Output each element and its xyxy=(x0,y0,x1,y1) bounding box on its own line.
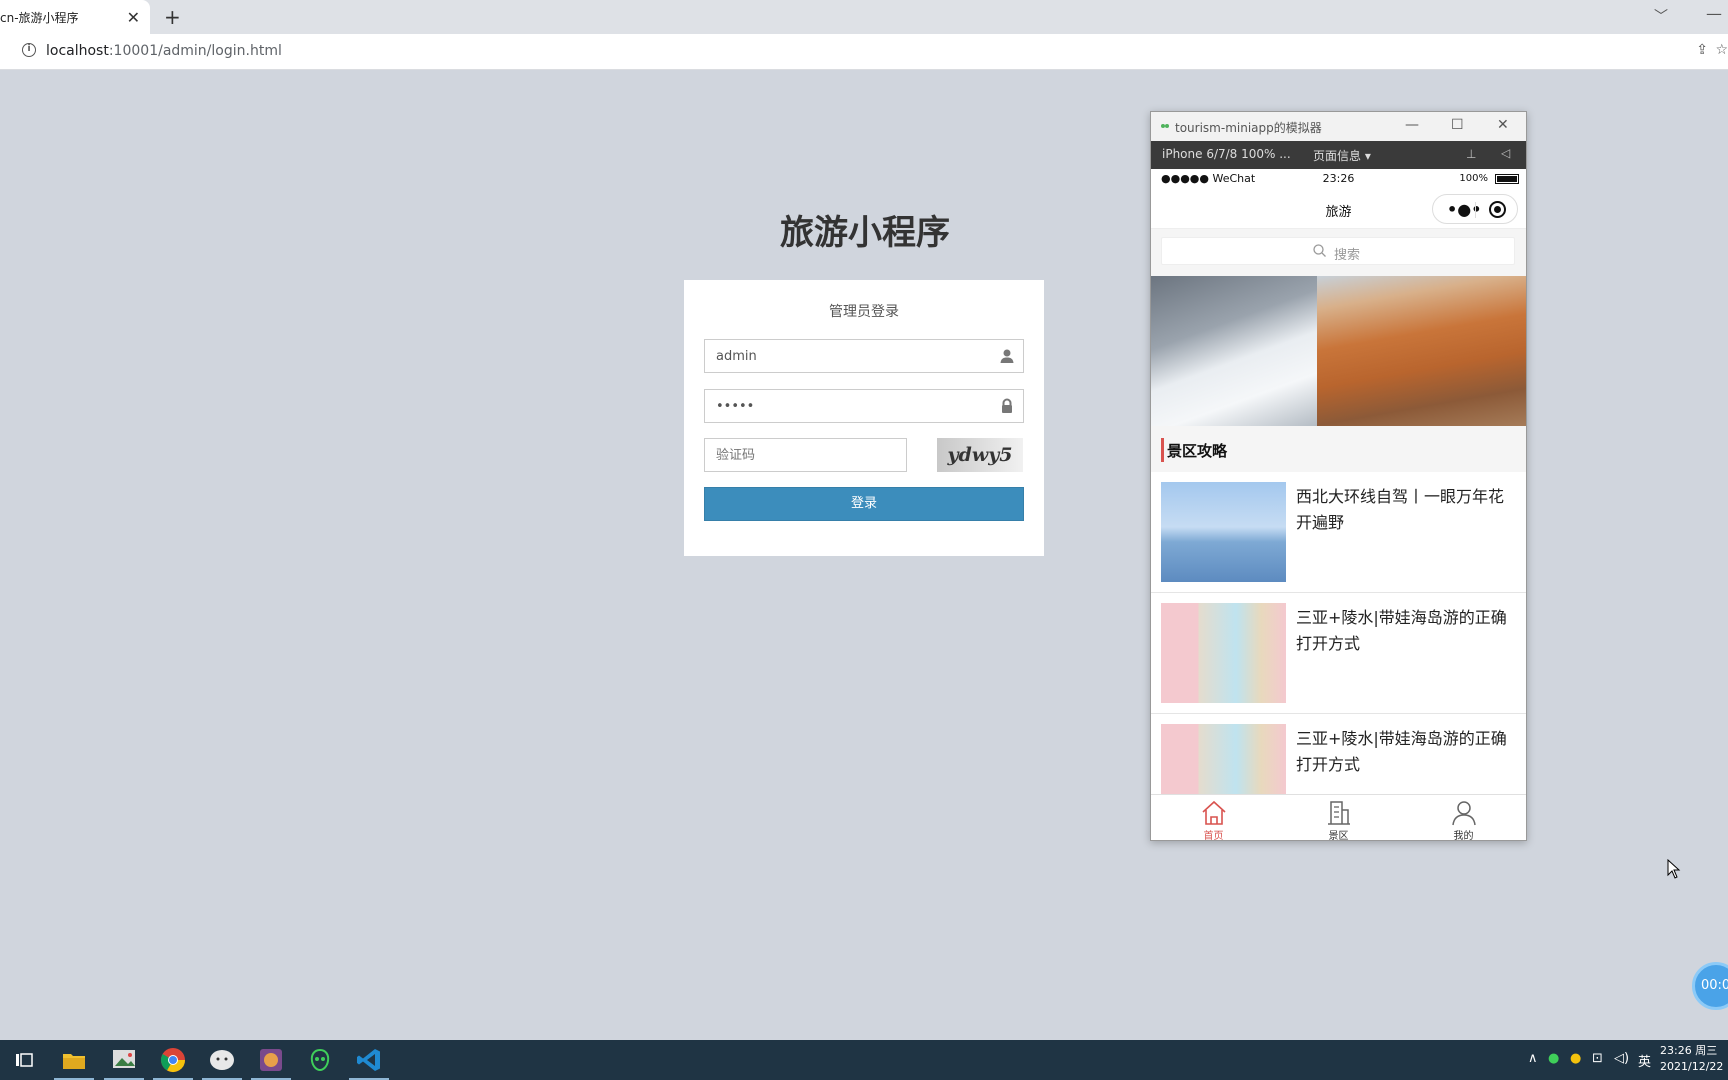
login-card: 管理员登录 ydwy5 登录 xyxy=(684,280,1044,556)
tab-mine-label: 我的 xyxy=(1453,831,1474,841)
article-item[interactable]: 西北大环线自驾丨一眼万年花开遍野 xyxy=(1151,472,1526,593)
search-placeholder: 搜索 xyxy=(1334,248,1361,263)
miniapp-tabbar: 首页 景区 我的 xyxy=(1151,794,1526,841)
tab-close-icon[interactable]: ✕ xyxy=(127,8,140,27)
simulator-toolbar: iPhone 6/7/8 100% ... 页面信息 ▾ ⊥ ◁ xyxy=(1151,141,1526,169)
article-title: 三亚+陵水|带娃海岛游的正确打开方式 xyxy=(1296,729,1507,774)
clock-time: 23:26 周三 xyxy=(1660,1044,1718,1057)
clock-date: 2021/12/22 xyxy=(1660,1060,1724,1073)
tray-app-icon[interactable]: ● xyxy=(1570,1051,1581,1066)
clock[interactable]: 23:26 周三 2021/12/22 xyxy=(1660,1043,1728,1075)
network-icon[interactable]: ⊡ xyxy=(1592,1051,1603,1066)
password-field[interactable] xyxy=(704,389,1024,423)
sim-close-icon[interactable]: ✕ xyxy=(1497,117,1509,133)
captcha-image[interactable]: ydwy5 xyxy=(937,438,1023,472)
captcha-field[interactable] xyxy=(704,438,907,472)
tab-scenic[interactable]: 景区 xyxy=(1276,799,1401,841)
tab-home[interactable]: 首页 xyxy=(1151,799,1276,841)
close-miniapp-icon[interactable] xyxy=(1489,201,1506,218)
phone-status-bar: ●●●●● WeChat 23:26 100% xyxy=(1151,169,1526,189)
tab-title: cn-旅游小程序 xyxy=(0,10,79,25)
lock-icon xyxy=(1002,398,1012,413)
article-item[interactable]: 三亚+陵水|带娃海岛游的正确打开方式 xyxy=(1151,593,1526,714)
miniapp-logo-icon xyxy=(1161,124,1169,128)
article-thumbnail xyxy=(1161,482,1286,582)
simulator-titlebar: tourism-miniapp的模拟器 — ☐ ✕ xyxy=(1151,112,1526,141)
recording-timer[interactable]: 00:00 xyxy=(1692,962,1728,1010)
tab-scenic-label: 景区 xyxy=(1328,831,1349,841)
search-area: 搜索 xyxy=(1151,229,1526,276)
url-field[interactable]: localhost:10001/admin/login.html xyxy=(46,43,282,59)
task-view-icon[interactable] xyxy=(10,1046,38,1074)
windows-taskbar: ∧ ● ● ⊡ ◁) 英 23:26 周三 2021/12/22 xyxy=(0,1040,1728,1080)
window-minimize-icon[interactable]: — xyxy=(1706,4,1722,23)
section-accent-bar xyxy=(1161,438,1164,462)
capsule-divider xyxy=(1475,202,1476,218)
miniapp-navbar: 旅游 •●• xyxy=(1151,189,1526,229)
login-button[interactable]: 登录 xyxy=(704,487,1024,521)
password-input[interactable] xyxy=(705,390,985,422)
page-title: 旅游小程序 xyxy=(780,213,950,253)
tray-wechat-icon[interactable]: ● xyxy=(1548,1051,1559,1066)
page-info-dropdown[interactable]: 页面信息 ▾ xyxy=(1313,147,1371,164)
url-host: localhost xyxy=(46,43,109,59)
article-title: 三亚+陵水|带娃海岛游的正确打开方式 xyxy=(1296,608,1507,653)
status-battery: 100% xyxy=(1459,173,1488,184)
browser-tab-strip: cn-旅游小程序 ✕ + ﹀ — xyxy=(0,0,1728,34)
simulator-title: tourism-miniapp的模拟器 xyxy=(1175,121,1322,135)
simulator-window: tourism-miniapp的模拟器 — ☐ ✕ iPhone 6/7/8 1… xyxy=(1150,111,1527,841)
banner-image-autumn-mountain xyxy=(1317,276,1526,426)
pin-icon[interactable]: ⊥ xyxy=(1466,147,1476,161)
tab-home-label: 首页 xyxy=(1203,831,1224,841)
tab-mine[interactable]: 我的 xyxy=(1401,799,1526,841)
wechat-icon[interactable] xyxy=(208,1046,236,1074)
bookmark-star-icon[interactable]: ☆ xyxy=(1715,42,1728,58)
sim-maximize-icon[interactable]: ☐ xyxy=(1451,117,1464,133)
app-icon[interactable] xyxy=(306,1046,334,1074)
banner-carousel[interactable] xyxy=(1151,276,1526,426)
username-field[interactable] xyxy=(704,339,1024,373)
search-input[interactable]: 搜索 xyxy=(1161,237,1515,265)
banner-image-snow-mountain xyxy=(1151,276,1317,426)
browser-tab[interactable]: cn-旅游小程序 ✕ xyxy=(0,0,150,34)
article-thumbnail xyxy=(1161,603,1286,703)
building-icon xyxy=(1327,801,1350,825)
section-title: 景区攻略 xyxy=(1167,442,1228,460)
tray-expand-icon[interactable]: ∧ xyxy=(1528,1051,1538,1066)
home-icon xyxy=(1201,800,1226,825)
more-icon[interactable]: •●• xyxy=(1447,200,1481,219)
section-header: 景区攻略 xyxy=(1151,426,1526,472)
url-path: :10001/admin/login.html xyxy=(108,43,282,59)
username-input[interactable] xyxy=(705,340,985,372)
site-info-icon[interactable]: i xyxy=(22,43,36,57)
sim-minimize-icon[interactable]: — xyxy=(1405,117,1419,133)
system-tray: ∧ ● ● ⊡ ◁) 英 23:26 周三 2021/12/22 xyxy=(1528,1040,1728,1080)
captcha-input[interactable] xyxy=(705,439,895,471)
share-icon[interactable]: ⇪ xyxy=(1696,42,1708,58)
phone-screen: ●●●●● WeChat 23:26 100% 旅游 •●• 搜索 景区攻略 西… xyxy=(1151,169,1526,841)
sound-icon[interactable]: ◁ xyxy=(1501,146,1510,160)
new-tab-button[interactable]: + xyxy=(164,5,181,29)
chrome-icon[interactable] xyxy=(159,1046,187,1074)
user-icon xyxy=(1000,349,1014,363)
user-icon xyxy=(1451,801,1476,826)
article-title: 西北大环线自驾丨一眼万年花开遍野 xyxy=(1296,487,1505,532)
tab-search-chevron-icon[interactable]: ﹀ xyxy=(1654,6,1668,26)
menu-capsule: •●• xyxy=(1432,194,1518,224)
device-selector[interactable]: iPhone 6/7/8 100% ... xyxy=(1162,147,1291,161)
game-icon[interactable] xyxy=(257,1046,285,1074)
search-icon xyxy=(1313,244,1326,257)
vscode-icon[interactable] xyxy=(355,1046,383,1074)
image-viewer-icon[interactable] xyxy=(110,1046,138,1074)
volume-icon[interactable]: ◁) xyxy=(1614,1051,1629,1066)
battery-icon xyxy=(1495,174,1519,184)
login-subtitle: 管理员登录 xyxy=(829,304,899,320)
ime-indicator[interactable]: 英 xyxy=(1638,1051,1651,1070)
address-bar: i localhost:10001/admin/login.html ⇪ ☆ xyxy=(0,34,1728,70)
mouse-cursor-icon xyxy=(1667,859,1681,879)
file-explorer-icon[interactable] xyxy=(60,1046,88,1074)
